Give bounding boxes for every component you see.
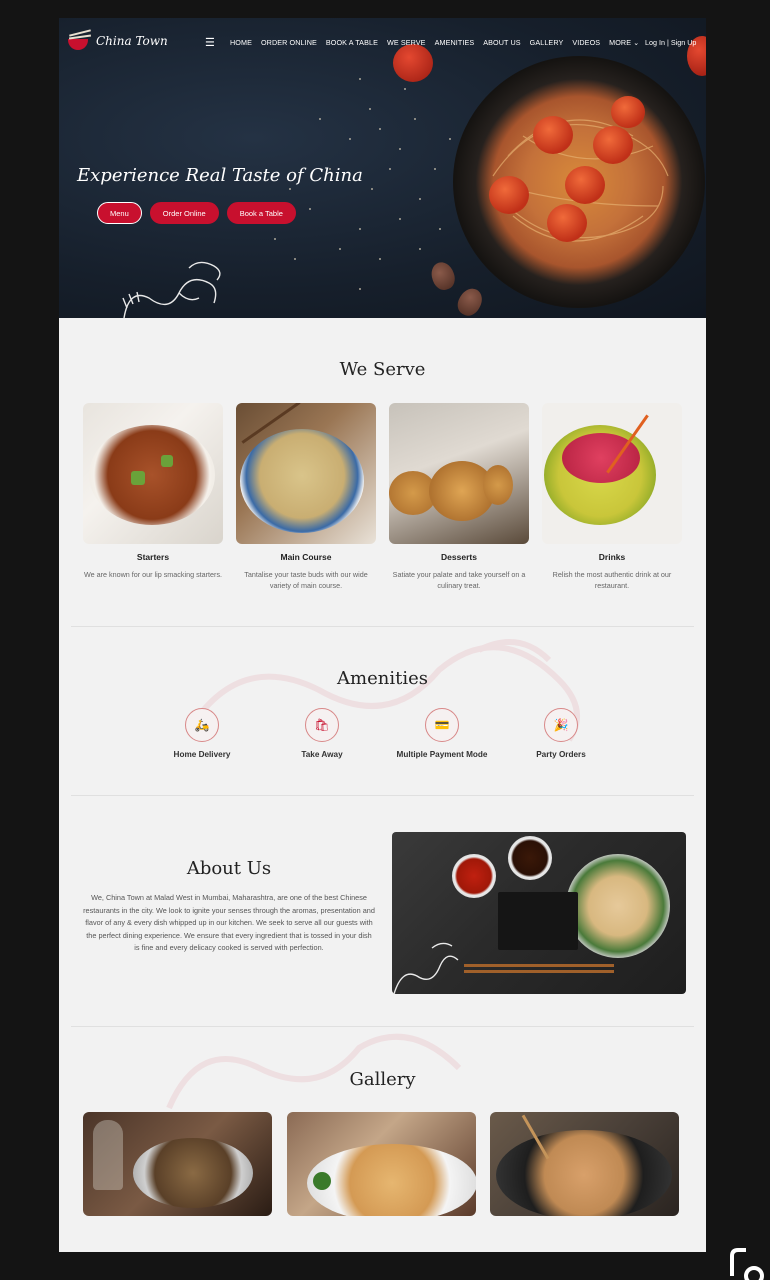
sesame-speck (434, 168, 436, 170)
sesame-speck (389, 168, 391, 170)
main-course-title: Main Course (280, 552, 332, 562)
about-us-text: We, China Town at Malad West in Mumbai, … (83, 893, 375, 953)
sesame-speck (399, 218, 401, 220)
sesame-speck (419, 248, 421, 250)
takeaway-bag-icon: 🛍 (305, 708, 339, 742)
nav-home[interactable]: HOME (230, 38, 252, 47)
book-a-table-button[interactable]: Book a Table (226, 202, 296, 224)
hero-title: Experience Real Taste of China (77, 165, 363, 186)
we-serve-title: We Serve (339, 359, 426, 380)
brand-name: China Town (96, 34, 168, 48)
drinks-image[interactable] (542, 403, 682, 544)
restaurant-page: China Town ☰ HOME ORDER ONLINE BOOK A TA… (59, 18, 706, 1252)
hero-buttons: Menu Order Online Book a Table (97, 202, 296, 224)
sesame-speck (399, 148, 401, 150)
party-orders-label: Party Orders (536, 750, 586, 759)
sesame-speck (439, 228, 441, 230)
hamburger-icon[interactable]: ☰ (205, 36, 215, 49)
sesame-speck (319, 118, 321, 120)
sesame-speck (289, 188, 291, 190)
sesame-speck (404, 88, 406, 90)
noodle-bowl-icon (66, 29, 92, 52)
main-course-text: Tantalise your taste buds with our wide … (244, 570, 368, 590)
sesame-speck (414, 118, 416, 120)
gallery-image-2[interactable] (287, 1112, 476, 1216)
starters-text: We are known for our lip smacking starte… (83, 570, 223, 579)
spaghetti-plate-image (453, 56, 705, 308)
section-divider (71, 795, 694, 796)
starters-title: Starters (136, 552, 170, 562)
starters-image[interactable] (83, 403, 223, 544)
sesame-speck (419, 198, 421, 200)
top-navigation: China Town ☰ HOME ORDER ONLINE BOOK A TA… (59, 29, 706, 56)
sesame-speck (371, 188, 373, 190)
sesame-speck (359, 288, 361, 290)
gallery-image-3[interactable] (490, 1112, 679, 1216)
gallery-image-1[interactable] (83, 1112, 272, 1216)
nav-links: HOME ORDER ONLINE BOOK A TABLE WE SERVE … (230, 38, 639, 47)
logo[interactable]: China Town (66, 29, 168, 52)
nav-we-serve[interactable]: WE SERVE (387, 38, 426, 47)
dumplings-image[interactable] (392, 832, 686, 994)
section-divider (71, 1026, 694, 1027)
desserts-image[interactable] (389, 403, 529, 544)
sesame-speck (359, 78, 361, 80)
dragon-illustration (122, 261, 221, 318)
sesame-speck (369, 108, 371, 110)
drinks-text: Relish the most authentic drink at our r… (552, 570, 672, 590)
sesame-speck (379, 258, 381, 260)
take-away-label: Take Away (301, 750, 343, 759)
sesame-speck (359, 228, 361, 230)
sesame-speck (379, 128, 381, 130)
sesame-speck (294, 258, 296, 260)
nav-more[interactable]: MORE ⌄ (609, 38, 639, 47)
sesame-speck (349, 138, 351, 140)
gallery-title: Gallery (349, 1069, 416, 1090)
dragon-watermark (186, 639, 580, 742)
about-us-title: About Us (186, 858, 272, 879)
wallet-icon: 💳 (425, 708, 459, 742)
nav-book-a-table[interactable]: BOOK A TABLE (326, 38, 378, 47)
screenshot-corner-icon (730, 1248, 764, 1280)
nav-more-label: MORE (609, 38, 632, 47)
hero-banner: China Town ☰ HOME ORDER ONLINE BOOK A TA… (59, 18, 706, 318)
sesame-speck (339, 248, 341, 250)
home-delivery-label: Home Delivery (173, 750, 231, 759)
desserts-title: Desserts (441, 552, 477, 562)
order-online-button[interactable]: Order Online (149, 202, 219, 224)
nav-gallery[interactable]: GALLERY (530, 38, 564, 47)
drinks-title: Drinks (598, 552, 626, 562)
scooter-icon: 🛵 (185, 708, 219, 742)
section-divider (71, 626, 694, 627)
desserts-text: Satiate your palate and take yourself on… (392, 570, 526, 590)
main-course-image[interactable] (236, 403, 376, 544)
party-popper-icon: 🎉 (544, 708, 578, 742)
nav-videos[interactable]: VIDEOS (572, 38, 600, 47)
sesame-speck (309, 208, 311, 210)
menu-button[interactable]: Menu (97, 202, 142, 224)
nav-about-us[interactable]: ABOUT US (483, 38, 520, 47)
nav-amenities[interactable]: AMENITIES (435, 38, 475, 47)
chevron-down-icon: ⌄ (633, 38, 640, 47)
amenities-title: Amenities (337, 668, 428, 689)
sesame-speck (274, 238, 276, 240)
nav-order-online[interactable]: ORDER ONLINE (261, 38, 317, 47)
sesame-speck (449, 138, 451, 140)
multiple-payment-mode-label: Multiple Payment Mode (396, 750, 488, 759)
login-signup-link[interactable]: Log In | Sign Up (645, 38, 696, 47)
